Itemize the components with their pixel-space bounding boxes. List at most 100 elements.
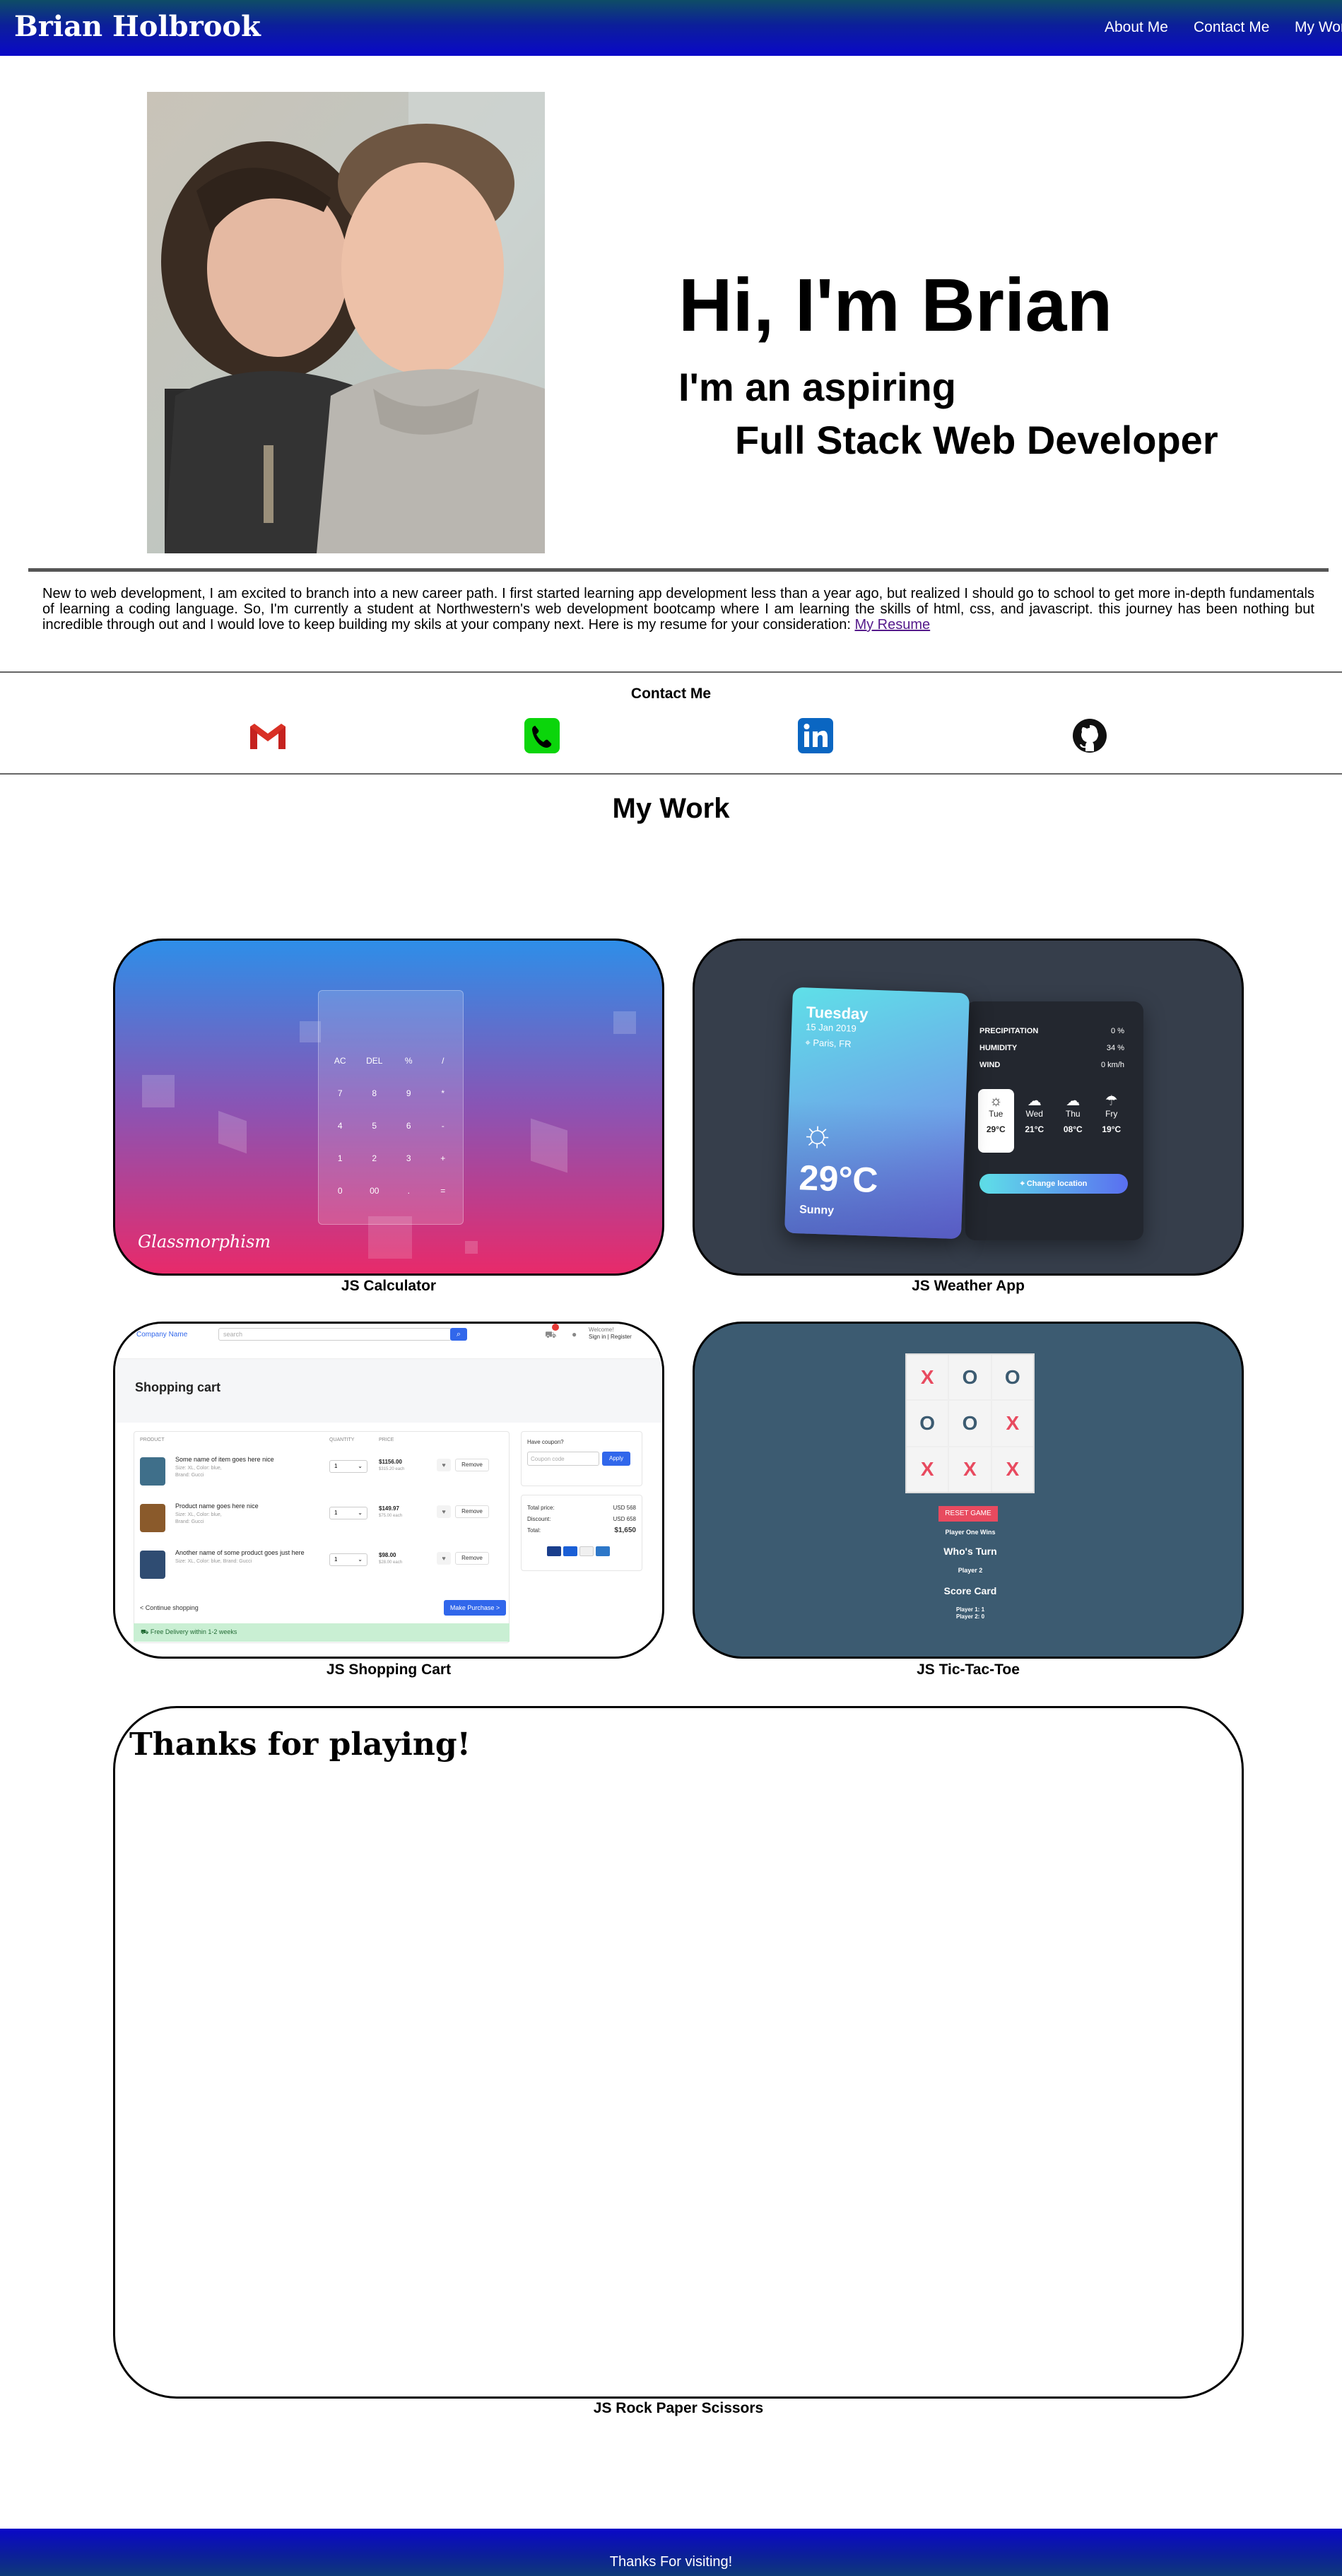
forecast-row: ☼ Tue 29°C ☁ Wed 21°C ☁ Thu 08°C ☂ Fry 1… (978, 1089, 1129, 1153)
calc-key[interactable]: 6 (392, 1121, 426, 1131)
forecast-day-thu[interactable]: ☁ Thu 08°C (1055, 1089, 1091, 1153)
product-thumbnail (140, 1504, 165, 1532)
gmail-icon[interactable] (249, 718, 286, 753)
calc-key[interactable]: / (426, 1056, 461, 1066)
site-brand[interactable]: Brian Holbrook (14, 10, 261, 43)
calc-key[interactable]: 0 (323, 1186, 358, 1196)
resume-link[interactable]: My Resume (854, 617, 930, 633)
calc-key[interactable]: * (426, 1088, 461, 1098)
nav-my-work[interactable]: My Work (1295, 19, 1342, 36)
glass-square (142, 1075, 175, 1107)
project-card-tic-tac-toe[interactable]: XOOOOXXXX RESET GAME Player One Wins Who… (693, 1322, 1244, 1659)
project-caption-calculator[interactable]: JS Calculator (106, 1278, 671, 1295)
heart-icon[interactable]: ♥ (437, 1552, 451, 1565)
linkedin-icon[interactable] (798, 718, 833, 753)
user-icon[interactable]: ● (572, 1329, 577, 1339)
ttt-cell[interactable]: O (991, 1355, 1033, 1400)
glass-square (613, 1011, 636, 1034)
make-purchase-button[interactable]: Make Purchase > (444, 1600, 506, 1616)
calc-key[interactable]: + (426, 1153, 461, 1163)
project-card-weather[interactable]: PRECIPITATION 0 % HUMIDITY 34 % WIND 0 km/h… (693, 939, 1244, 1276)
calc-key[interactable]: - (426, 1121, 461, 1131)
cart-search-input[interactable]: search (218, 1328, 452, 1341)
sun-icon: ☼ (799, 1112, 835, 1155)
calc-key[interactable]: . (392, 1186, 426, 1196)
quantity-select[interactable]: 1 ⌄ (329, 1553, 367, 1566)
profile-photo (147, 92, 545, 553)
cart-item-row: Another name of some product goes just h… (140, 1546, 503, 1586)
account-welcome: Welcome! (589, 1327, 614, 1333)
project-card-rock-paper-scissors[interactable]: Thanks for playing! (113, 1706, 1244, 2399)
calc-key[interactable]: 8 (358, 1088, 392, 1098)
account-signin[interactable]: Sign in | Register (589, 1334, 632, 1340)
ttt-cell[interactable]: O (949, 1355, 991, 1400)
forecast-day-temp: 19°C (1102, 1124, 1122, 1134)
ttt-cell[interactable]: X (991, 1447, 1033, 1492)
quantity-select[interactable]: 1 ⌄ (329, 1507, 367, 1519)
weather-location: ⌖ Paris, FR (805, 1037, 852, 1049)
phone-icon[interactable] (524, 718, 560, 753)
coupon-input[interactable]: Coupon code (527, 1452, 599, 1466)
ttt-cell[interactable]: X (907, 1447, 948, 1492)
calc-key[interactable]: % (392, 1056, 426, 1066)
quantity-select[interactable]: 1 ⌄ (329, 1460, 367, 1473)
heart-icon[interactable]: ♥ (437, 1505, 451, 1518)
forecast-day-wed[interactable]: ☁ Wed 21°C (1017, 1089, 1053, 1153)
col-header-quantity: QUANTITY (329, 1437, 355, 1442)
forecast-day-tue[interactable]: ☼ Tue 29°C (978, 1089, 1014, 1153)
project-caption-weather[interactable]: JS Weather App (685, 1278, 1251, 1295)
project-card-shopping-cart[interactable]: Company Name search ⌕ ⛟ ● Welcome! Sign … (113, 1322, 664, 1659)
continue-shopping-link[interactable]: < Continue shopping (140, 1604, 199, 1611)
remove-button[interactable]: Remove (455, 1505, 489, 1518)
project-card-calculator[interactable]: AC DEL%/ 7 8 9 * 4 5 6- 1 2 3 +0 00. = Glassmorphism (113, 939, 664, 1276)
nav-contact-me[interactable]: Contact Me (1194, 19, 1269, 36)
ttt-cell[interactable]: X (991, 1401, 1033, 1446)
calc-key[interactable]: 00 (358, 1186, 392, 1196)
calc-key[interactable]: 3 (392, 1153, 426, 1163)
cart-item-row: Some name of item goes here nice Size: XL… (140, 1453, 503, 1493)
remove-button[interactable]: Remove (455, 1552, 489, 1565)
ttt-cell[interactable]: X (949, 1447, 991, 1492)
calc-key[interactable]: 1 (323, 1153, 358, 1163)
calc-key[interactable]: 2 (358, 1153, 392, 1163)
product-name[interactable]: Another name of some product goes just h… (175, 1549, 305, 1556)
remove-button[interactable]: Remove (455, 1459, 489, 1471)
nav-about-me[interactable]: About Me (1105, 19, 1168, 36)
product-name[interactable]: Product name goes here nice (175, 1502, 259, 1510)
calc-key[interactable]: 4 (323, 1121, 358, 1131)
change-location-button[interactable]: ⌖ Change location (979, 1174, 1128, 1194)
item-each-price: $315.20 each (379, 1467, 405, 1471)
search-icon[interactable]: ⌕ (450, 1328, 467, 1341)
total-value: $1,650 (614, 1527, 636, 1534)
cart-title-band: Shopping cart (115, 1359, 662, 1423)
reset-game-button[interactable]: RESET GAME (938, 1506, 998, 1522)
visa-icon (563, 1546, 577, 1556)
ttt-cell[interactable]: O (907, 1401, 948, 1446)
calc-key[interactable]: = (426, 1186, 461, 1196)
cart-company-name[interactable]: Company Name (136, 1331, 187, 1339)
sun-icon: ☼ (989, 1093, 1003, 1109)
cart-title: Shopping cart (135, 1380, 220, 1394)
project-caption-rock-paper-scissors[interactable]: JS Rock Paper Scissors (396, 2400, 961, 2417)
calc-key[interactable]: DEL (358, 1056, 392, 1066)
forecast-day-fry[interactable]: ☂ Fry 19°C (1094, 1089, 1130, 1153)
ttt-cell[interactable]: X (907, 1355, 948, 1400)
project-caption-shopping-cart[interactable]: JS Shopping Cart (106, 1662, 671, 1678)
apply-coupon-button[interactable]: Apply (602, 1452, 630, 1466)
payment-icons (547, 1546, 610, 1556)
heart-icon[interactable]: ♥ (437, 1459, 451, 1471)
cart-icon[interactable]: ⛟ (545, 1329, 556, 1342)
product-meta: Brand: Gucci (175, 1473, 204, 1478)
divider (0, 773, 1342, 775)
ttt-cell[interactable]: O (949, 1401, 991, 1446)
free-delivery-banner: ⛟ Free Delivery within 1-2 weeks (134, 1623, 510, 1642)
project-caption-tic-tac-toe[interactable]: JS Tic-Tac-Toe (685, 1662, 1251, 1678)
product-name[interactable]: Some name of item goes here nice (175, 1456, 274, 1463)
calc-key[interactable]: 5 (358, 1121, 392, 1131)
calc-key[interactable]: 9 (392, 1088, 426, 1098)
forecast-day-name: Tue (989, 1109, 1003, 1119)
github-icon[interactable] (1072, 718, 1107, 753)
calc-key[interactable]: 7 (323, 1088, 358, 1098)
totals-panel: Total price: USD 568 Discount: USD 658 Tot… (521, 1495, 642, 1571)
calc-key[interactable]: AC (323, 1056, 358, 1066)
